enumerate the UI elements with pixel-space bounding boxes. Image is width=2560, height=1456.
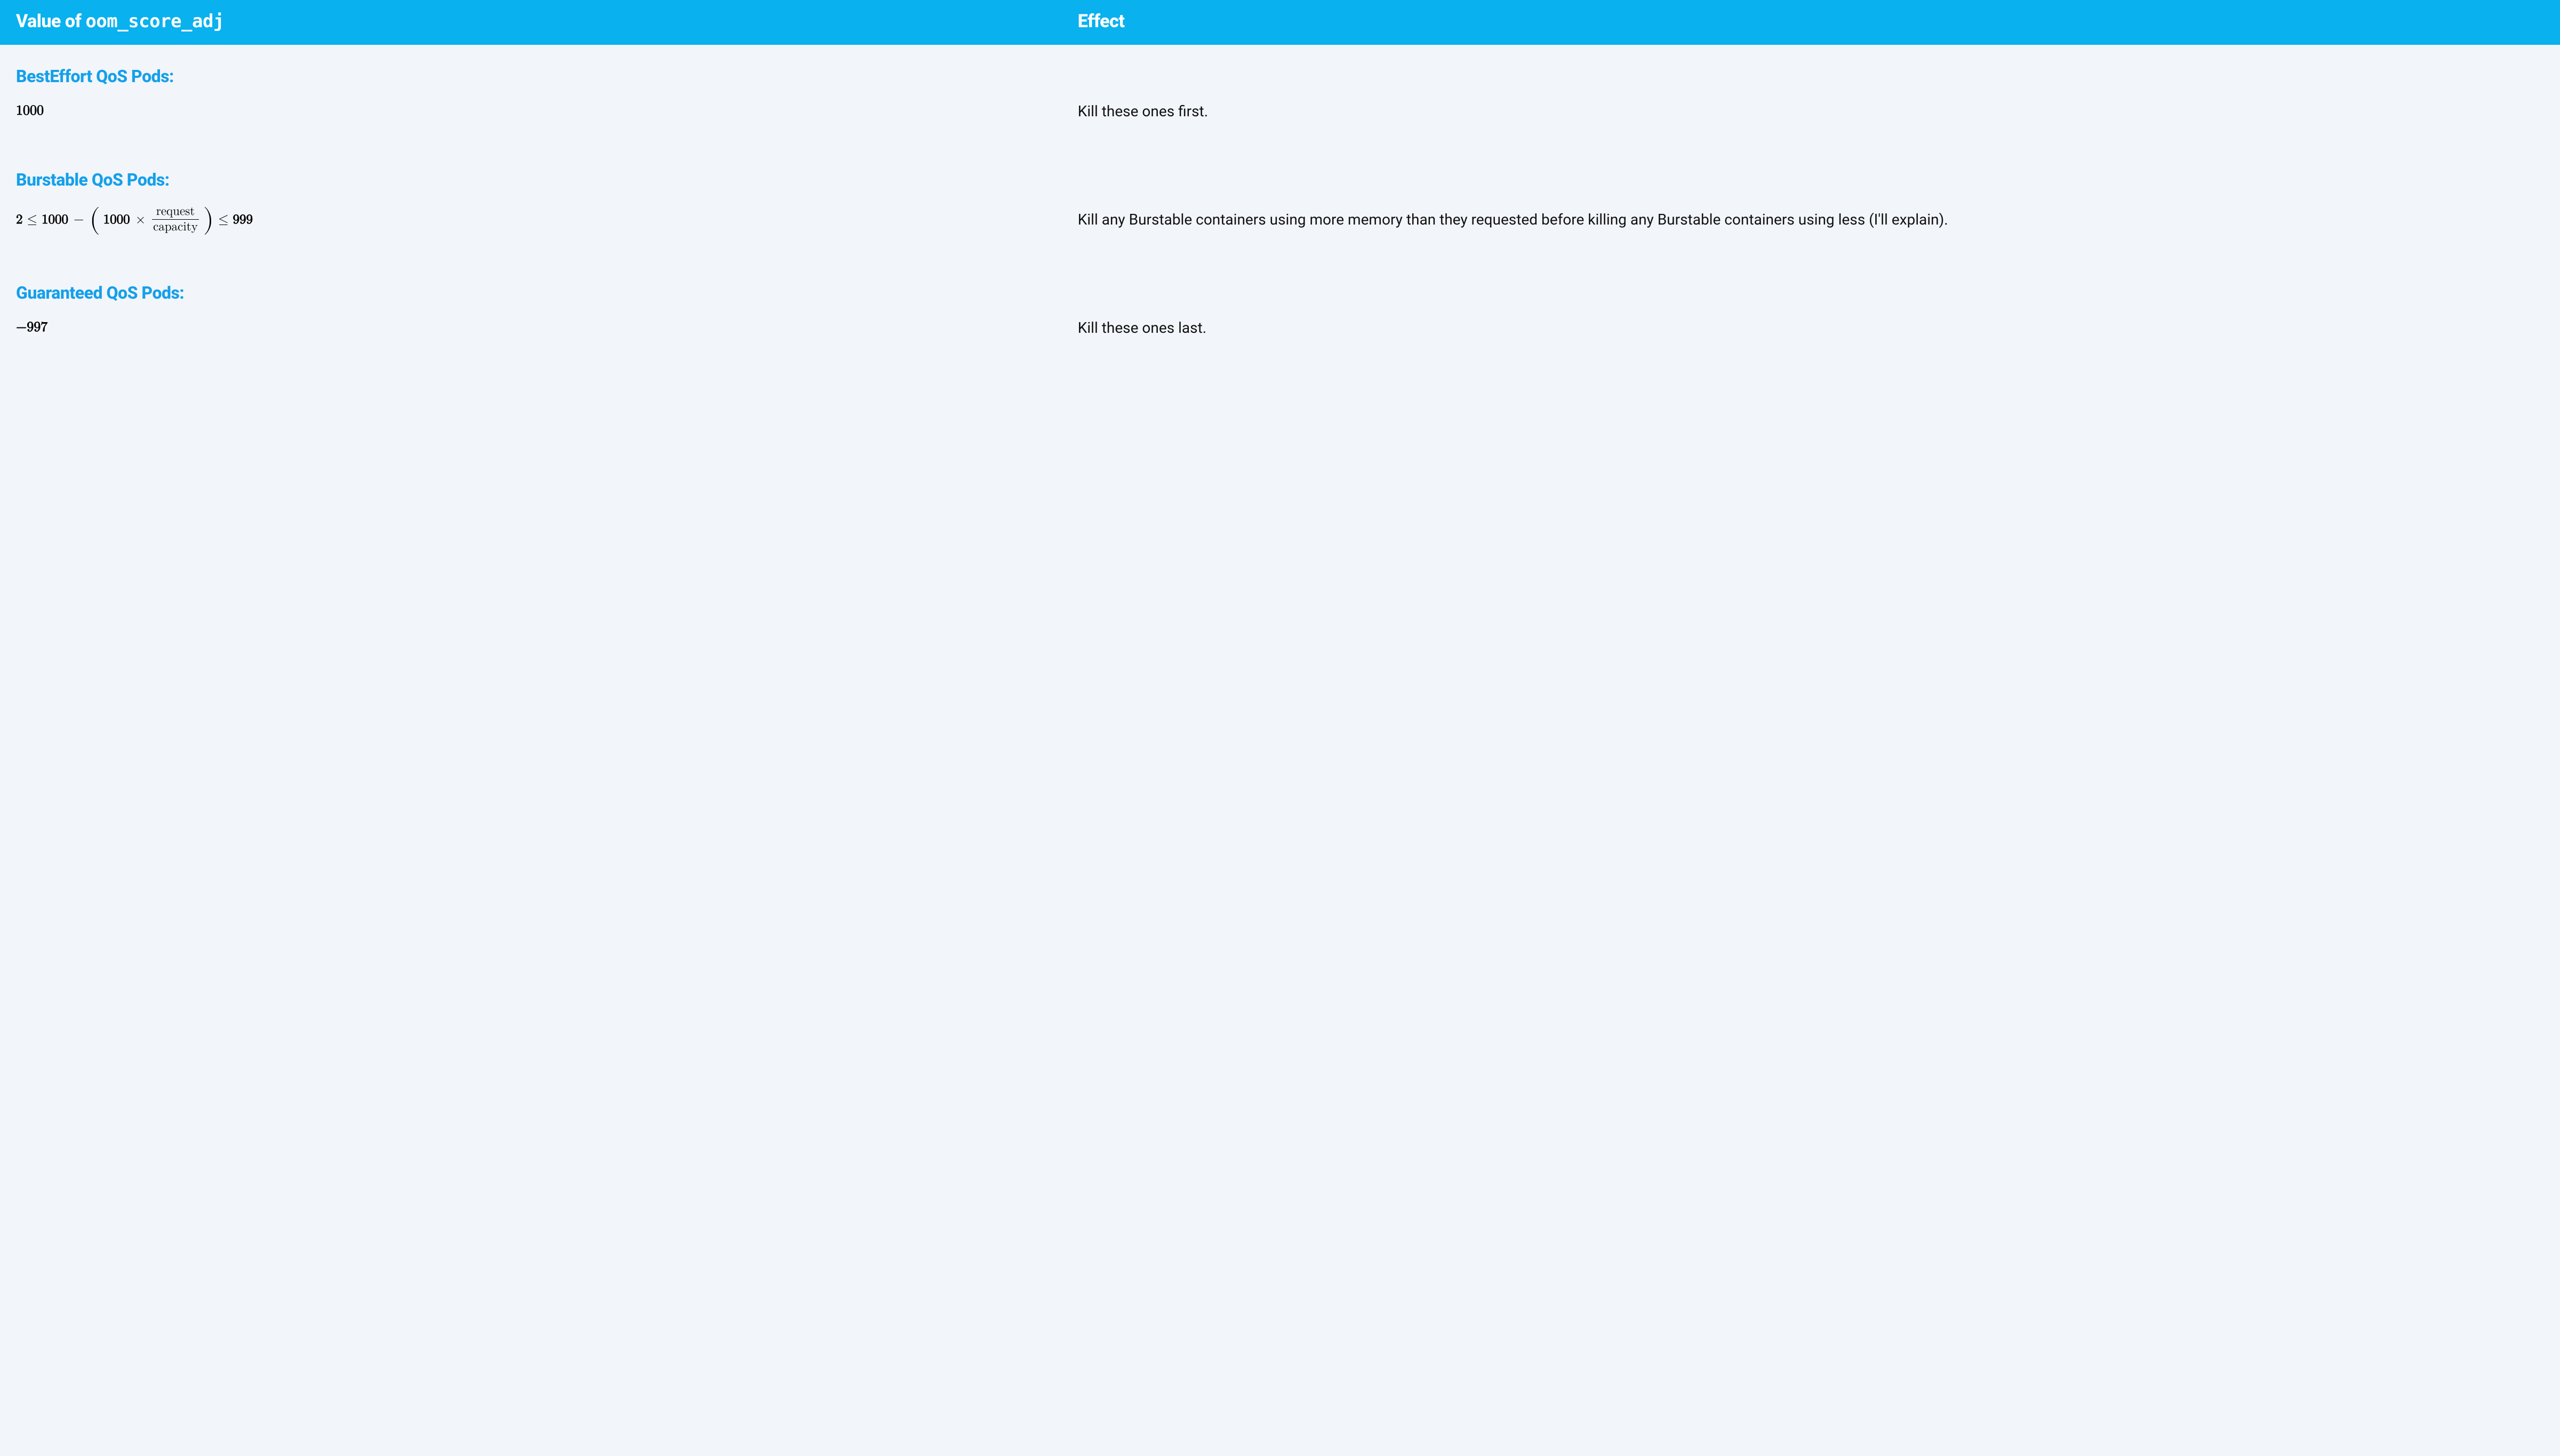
effect-cell: Kill any Burstable containers using more…	[1078, 210, 2544, 230]
table-row: −997 Kill these ones last.	[16, 318, 2544, 338]
section-title: Guaranteed QoS Pods:	[16, 283, 2544, 303]
formula-upper: 999	[233, 212, 253, 228]
header-value-code: oom_score_adj	[85, 11, 224, 32]
formula: 2 ≤ 1000 − ( 1000 × request capacity ) ≤…	[16, 205, 253, 235]
header-value-column: Value of oom_score_adj	[16, 11, 1078, 32]
header-value-prefix: Value of	[16, 11, 85, 32]
times-icon: ×	[133, 212, 148, 228]
table-row: 2 ≤ 1000 − ( 1000 × request capacity ) ≤…	[16, 205, 2544, 235]
value-cell: −997	[16, 319, 1078, 336]
value-cell: 1000	[16, 103, 1078, 119]
formula-a: 1000	[42, 212, 68, 228]
le-icon: ≤	[217, 212, 229, 228]
effect-cell: Kill these ones first.	[1078, 101, 2544, 122]
section-burstable: Burstable QoS Pods: 2 ≤ 1000 − ( 1000 × …	[0, 148, 2560, 261]
minus-icon: −	[71, 212, 86, 228]
formula-b: 1000	[103, 212, 130, 228]
formula-lower: 2	[16, 212, 23, 228]
fraction: request capacity	[152, 205, 199, 235]
section-besteffort: BestEffort QoS Pods: 1000 Kill these one…	[0, 45, 2560, 148]
section-title: Burstable QoS Pods:	[16, 170, 2544, 190]
effect-cell: Kill these ones last.	[1078, 318, 2544, 338]
table-row: 1000 Kill these ones first.	[16, 101, 2544, 122]
header-effect-column: Effect	[1078, 11, 2544, 32]
table-header-row: Value of oom_score_adj Effect	[0, 0, 2560, 45]
value-cell: 2 ≤ 1000 − ( 1000 × request capacity ) ≤…	[16, 205, 1078, 235]
section-title: BestEffort QoS Pods:	[16, 66, 2544, 86]
fraction-numerator: request	[155, 205, 196, 219]
fraction-denominator: capacity	[152, 219, 199, 234]
oom-score-table: Value of oom_score_adj Effect BestEffort…	[0, 0, 2560, 364]
section-guaranteed: Guaranteed QoS Pods: −997 Kill these one…	[0, 261, 2560, 365]
le-icon: ≤	[26, 212, 38, 228]
